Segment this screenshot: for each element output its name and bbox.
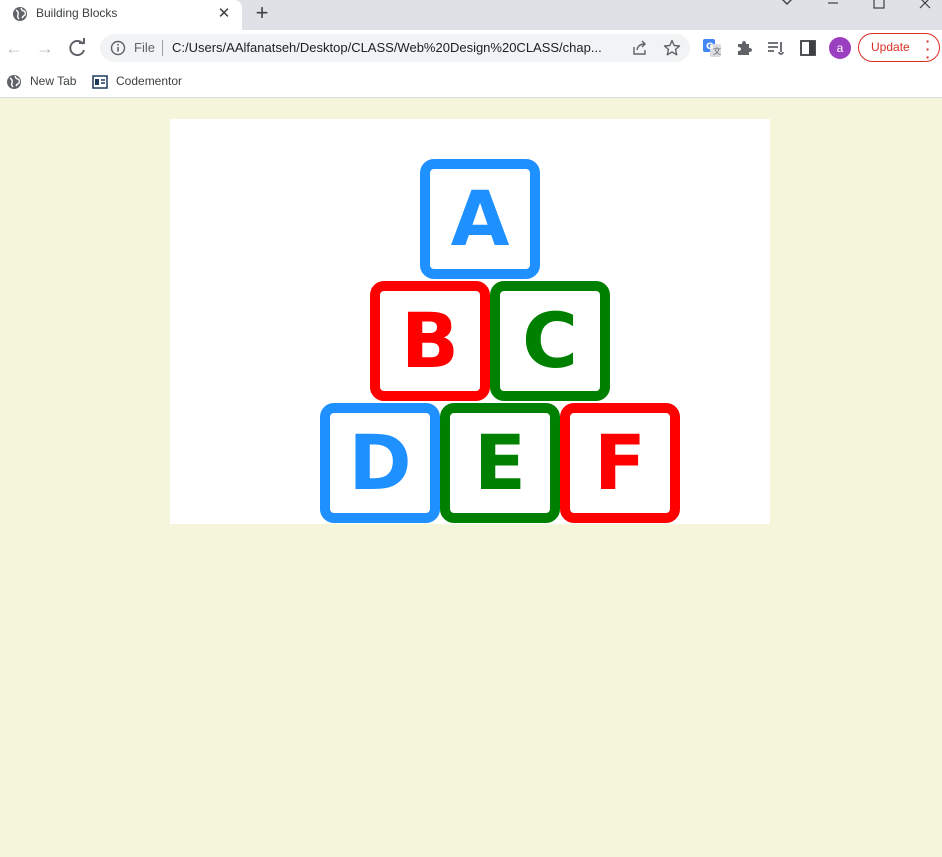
block-letter: D — [348, 418, 412, 507]
forward-arrow-icon[interactable]: → — [33, 36, 57, 60]
block-letter: C — [522, 296, 578, 385]
browser-tab[interactable]: Building Blocks ✕ — [0, 0, 242, 30]
block-c: C — [490, 281, 610, 401]
codementor-icon — [92, 75, 108, 89]
close-window-icon[interactable] — [910, 0, 940, 14]
back-arrow-icon[interactable]: ← — [2, 36, 26, 60]
extensions-puzzle-icon[interactable] — [734, 38, 754, 58]
block-letter: B — [401, 296, 459, 385]
minimize-icon[interactable] — [818, 0, 848, 14]
profile-avatar[interactable]: a — [829, 37, 851, 59]
block-letter: F — [594, 418, 646, 507]
globe-icon — [7, 75, 21, 89]
browser-toolbar: ← → File C:/Users/AAlfanatseh/Desktop/CL… — [0, 30, 942, 66]
address-bar[interactable]: File C:/Users/AAlfanatseh/Desktop/CLASS/… — [100, 34, 690, 62]
google-translate-icon[interactable]: G 文 — [702, 38, 722, 58]
scheme-label: File — [134, 40, 155, 55]
url-text[interactable]: C:/Users/AAlfanatseh/Desktop/CLASS/Web%2… — [172, 40, 602, 55]
more-menu-icon[interactable]: · · · — [925, 34, 931, 64]
update-label: Update — [871, 40, 910, 54]
block-letter: E — [474, 418, 526, 507]
bookmark-star-icon[interactable] — [663, 39, 681, 57]
share-icon[interactable] — [631, 39, 649, 57]
bookmark-label: New Tab — [30, 74, 77, 88]
block-a: A — [420, 159, 540, 279]
new-tab-button[interactable]: + — [250, 2, 274, 26]
info-icon[interactable] — [110, 40, 126, 56]
tab-title: Building Blocks — [36, 6, 118, 20]
tab-strip: Building Blocks ✕ + — [0, 0, 942, 30]
close-tab-icon[interactable]: ✕ — [215, 5, 233, 23]
svg-text:文: 文 — [713, 46, 721, 56]
reload-icon[interactable] — [66, 36, 90, 60]
block-letter: A — [450, 174, 510, 263]
bookmark-codementor[interactable]: Codementor — [92, 72, 192, 92]
side-panel-icon[interactable] — [798, 38, 818, 58]
block-b: B — [370, 281, 490, 401]
bookmark-new-tab[interactable]: New Tab — [6, 72, 86, 92]
globe-icon — [13, 7, 27, 21]
blocks-canvas: A B C D E F — [170, 119, 770, 524]
block-d: D — [320, 403, 440, 523]
reading-list-icon[interactable] — [766, 38, 786, 58]
block-f: F — [560, 403, 680, 523]
block-e: E — [440, 403, 560, 523]
address-divider — [162, 40, 163, 56]
bookmark-label: Codementor — [116, 74, 183, 88]
maximize-icon[interactable] — [864, 0, 894, 14]
update-button[interactable]: Update · · · — [858, 33, 940, 64]
tab-search-icon[interactable] — [772, 0, 802, 14]
bookmarks-bar: New Tab Codementor — [0, 66, 942, 98]
